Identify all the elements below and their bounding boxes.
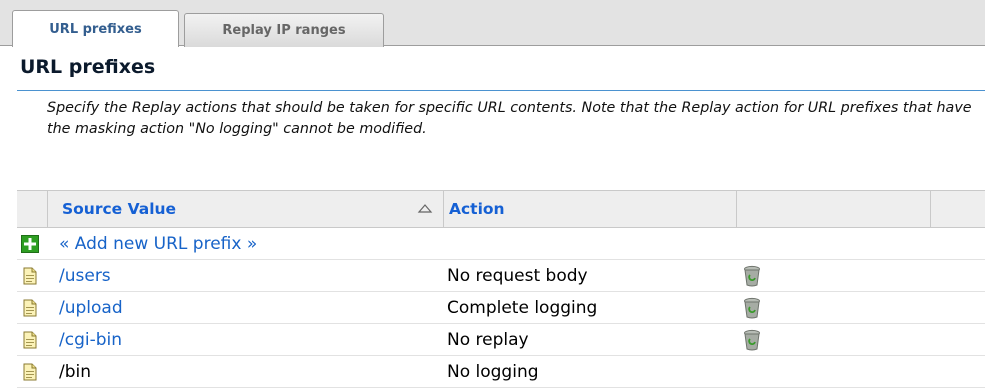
page-title: URL prefixes [20,56,156,78]
title-divider [17,90,985,91]
action-value: No logging [447,362,539,382]
section-description: Specify the Replay actions that should b… [47,100,972,137]
source-value-text: /bin [59,362,92,382]
table-row[interactable]: /upload Complete logging [17,292,985,324]
sort-ascending-icon[interactable] [417,200,433,216]
table-row[interactable]: /cgi-bin No replay [17,324,985,356]
action-value[interactable]: No replay [447,324,529,356]
table-row[interactable]: /bin No logging [17,356,985,388]
column-divider [443,191,444,227]
source-value-link[interactable]: /cgi-bin [59,324,122,356]
source-value-link[interactable]: /users [59,260,111,292]
trash-icon[interactable] [742,297,762,319]
tab-url-prefixes[interactable]: URL prefixes [12,10,179,47]
document-icon [23,363,37,381]
document-icon [23,299,37,317]
add-new-row: « Add new URL prefix » [17,228,985,260]
column-divider [930,191,931,227]
source-value-link[interactable]: /upload [59,292,123,324]
action-value[interactable]: Complete logging [447,292,597,324]
column-divider [47,191,48,227]
trash-icon[interactable] [742,329,762,351]
tab-strip: URL prefixes Replay IP ranges [0,0,985,47]
document-icon [23,331,37,349]
add-new-url-prefix-link[interactable]: « Add new URL prefix » [59,228,257,260]
column-header-action[interactable]: Action [449,191,505,227]
column-divider [736,191,737,227]
tab-replay-ip-ranges[interactable]: Replay IP ranges [184,13,384,47]
action-value[interactable]: No request body [447,260,588,292]
trash-icon[interactable] [742,265,762,287]
document-icon [23,267,37,285]
column-header-source-value[interactable]: Source Value [62,191,176,227]
table-row[interactable]: /users No request body [17,260,985,292]
plus-icon[interactable] [21,235,39,253]
url-prefix-table: Source Value Action « Add new URL prefix… [17,190,985,389]
table-header: Source Value Action [17,191,985,228]
